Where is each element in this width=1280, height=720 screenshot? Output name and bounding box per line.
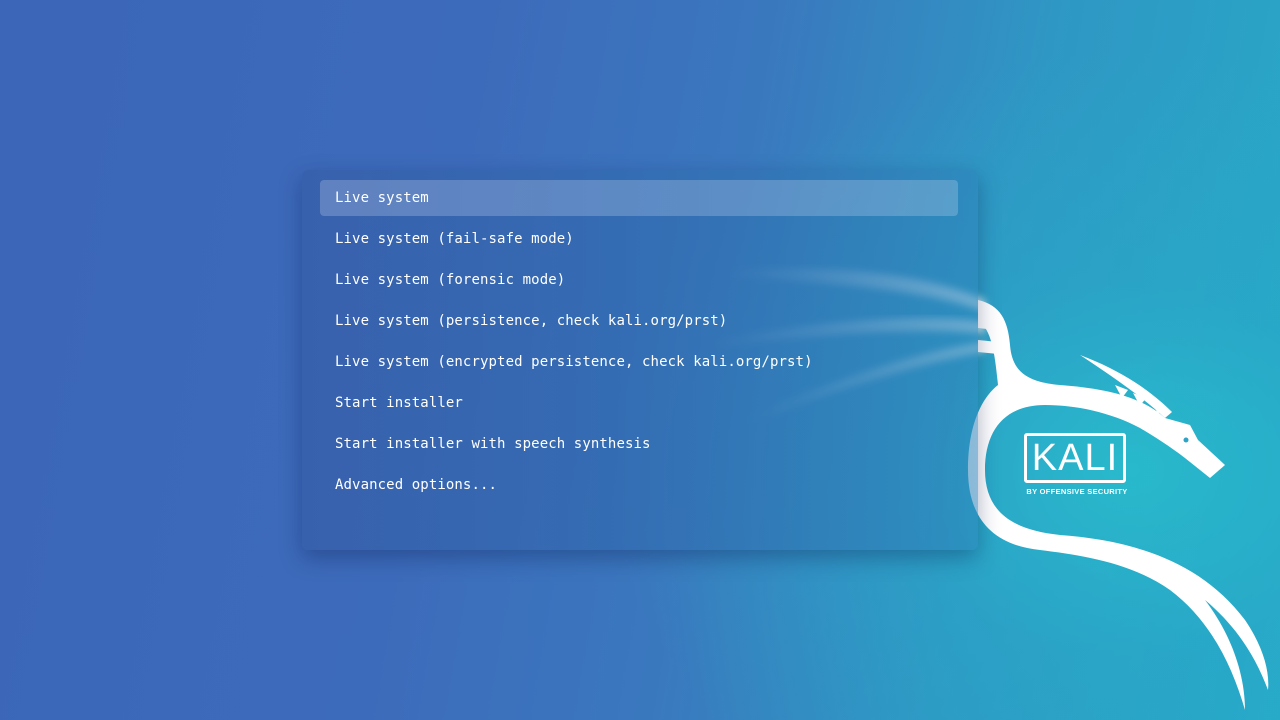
boot-option-advanced[interactable]: Advanced options...: [320, 467, 958, 503]
kali-logo-subtext: BY OFFENSIVE SECURITY: [1026, 487, 1128, 496]
boot-option-label: Live system (persistence, check kali.org…: [335, 313, 728, 329]
boot-option-label: Start installer with speech synthesis: [335, 436, 651, 452]
boot-option-label: Live system (forensic mode): [335, 272, 566, 288]
boot-option-installer-speech[interactable]: Start installer with speech synthesis: [320, 426, 958, 462]
boot-screen: Live system Live system (fail-safe mode)…: [0, 0, 1280, 720]
boot-option-encrypted-persistence[interactable]: Live system (encrypted persistence, chec…: [320, 344, 958, 380]
boot-option-label: Live system (encrypted persistence, chec…: [335, 354, 813, 370]
kali-logo: KALI BY OFFENSIVE SECURITY: [1024, 433, 1130, 499]
boot-menu: Live system Live system (fail-safe mode)…: [302, 180, 978, 503]
kali-logo-text: KALI: [1031, 437, 1119, 479]
boot-menu-panel: Live system Live system (fail-safe mode)…: [302, 170, 978, 550]
boot-option-label: Start installer: [335, 395, 463, 411]
boot-option-persistence[interactable]: Live system (persistence, check kali.org…: [320, 303, 958, 339]
boot-option-label: Advanced options...: [335, 477, 498, 493]
boot-option-label: Live system (fail-safe mode): [335, 231, 574, 247]
boot-option-forensic[interactable]: Live system (forensic mode): [320, 262, 958, 298]
boot-option-live-system[interactable]: Live system: [320, 180, 958, 216]
boot-option-fail-safe[interactable]: Live system (fail-safe mode): [320, 221, 958, 257]
boot-option-label: Live system: [335, 190, 429, 206]
boot-option-start-installer[interactable]: Start installer: [320, 385, 958, 421]
